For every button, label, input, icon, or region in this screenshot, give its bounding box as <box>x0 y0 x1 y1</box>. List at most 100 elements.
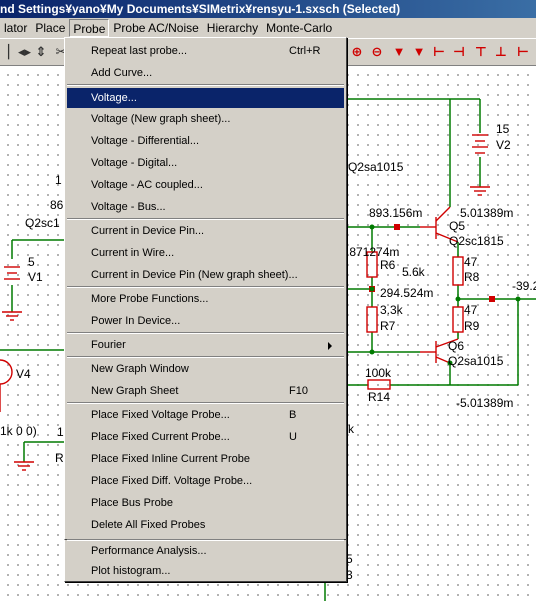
label-5-b: 5 <box>346 552 353 566</box>
npn-transistor-icon[interactable]: ⊢ <box>432 44 446 60</box>
menu-item-label: Repeat last probe... <box>91 45 188 57</box>
menu-item-power-in-device[interactable]: Power In Device... <box>67 311 344 331</box>
menu-item-shortcut: F10 <box>289 385 308 397</box>
menu-place[interactable]: Place <box>31 19 69 37</box>
menu-item-place-fixed-diff-voltage-probe[interactable]: Place Fixed Diff. Voltage Probe... <box>67 471 344 491</box>
menu-separator <box>67 218 344 220</box>
menu-item-label: Performance Analysis... <box>91 545 207 557</box>
menu-item-label: Voltage (New graph sheet)... <box>91 113 231 125</box>
menu-item-shortcut: B <box>289 409 297 421</box>
label-47-b: 47 <box>464 303 478 317</box>
menu-monte-carlo[interactable]: Monte-Carlo <box>262 19 336 37</box>
menu-item-label: Current in Device Pin (New graph sheet).… <box>91 269 298 281</box>
probe-dropdown-menu: Repeat last probe... Ctrl+R Add Curve...… <box>64 37 347 540</box>
menu-item-label: Current in Device Pin... <box>91 225 205 237</box>
menu-item-label: Voltage - Digital... <box>91 157 178 169</box>
label-100k: 100k <box>365 366 392 380</box>
menu-item-voltage-differential[interactable]: Voltage - Differential... <box>67 131 344 151</box>
menu-separator <box>67 402 344 404</box>
menu-item-current-in-wire[interactable]: Current in Wire... <box>67 243 344 263</box>
label-47-a: 47 <box>464 255 478 269</box>
label-3: 3 <box>346 568 353 582</box>
label-v4: V4 <box>16 367 31 381</box>
menu-hierarchy[interactable]: Hierarchy <box>203 19 262 37</box>
menu-item-label: Delete All Fixed Probes <box>91 519 206 531</box>
menu-item-voltage[interactable]: Voltage... <box>67 88 344 108</box>
label-q2sa1015-bottom: Q2sa1015 <box>448 354 504 368</box>
menu-item-voltage-bus[interactable]: Voltage - Bus... <box>67 197 344 217</box>
menu-item-label: Place Bus Probe <box>91 497 173 509</box>
label-voltage-294: 294.524m <box>380 286 434 300</box>
window-title-bar: nd Settings¥yano¥My Documents¥SIMetrix¥r… <box>0 0 536 18</box>
menu-item-plot-histogram[interactable]: Plot histogram... <box>67 561 344 581</box>
menu-item-repeat-last-probe[interactable]: Repeat last probe... Ctrl+R <box>67 41 344 61</box>
label-3-3k: 3.3k <box>380 303 403 317</box>
flip-horizontal-icon[interactable]: ▏◂▸ <box>8 44 31 60</box>
submenu-arrow-icon <box>328 342 332 350</box>
current-source-icon[interactable]: ⊕ <box>350 44 364 60</box>
menu-item-current-in-device-pin-new-sheet[interactable]: Current in Device Pin (New graph sheet).… <box>67 265 344 285</box>
menu-item-voltage-new-graph-sheet[interactable]: Voltage (New graph sheet)... <box>67 109 344 129</box>
menu-item-place-fixed-current-probe[interactable]: Place Fixed Current Probe... U <box>67 427 344 447</box>
menu-item-shortcut: Ctrl+R <box>289 45 321 57</box>
label-r: R <box>55 451 64 465</box>
pnp-transistor-icon[interactable]: ⊣ <box>452 44 466 60</box>
menu-bar: lator Place Probe Probe AC/Noise Hierarc… <box>0 18 536 38</box>
menu-separator <box>67 332 344 334</box>
window-title: nd Settings¥yano¥My Documents¥SIMetrix¥r… <box>0 2 401 16</box>
menu-item-label: Place Fixed Current Probe... <box>91 431 230 443</box>
menu-item-place-fixed-inline-current-probe[interactable]: Place Fixed Inline Current Probe <box>67 449 344 469</box>
menu-item-label: Place Fixed Inline Current Probe <box>91 453 250 465</box>
label-voltage-871: .871274m <box>346 245 400 259</box>
voltage-source-icon[interactable]: ⊖ <box>370 44 384 60</box>
menu-simulator[interactable]: lator <box>0 19 31 37</box>
menu-item-label: Current in Wire... <box>91 247 175 259</box>
label-q2sc1-left: Q2sc1 <box>25 216 60 230</box>
menu-item-label: Fourier <box>91 339 126 351</box>
label-86: 86 <box>50 198 64 212</box>
menu-item-label: Add Curve... <box>91 67 153 79</box>
menu-item-voltage-ac-coupled[interactable]: Voltage - AC coupled... <box>67 175 344 195</box>
menu-item-label: Voltage... <box>91 92 137 104</box>
nmos-icon[interactable]: ⊤ <box>474 44 488 60</box>
menu-item-add-curve[interactable]: Add Curve... <box>67 63 344 83</box>
menu-item-current-in-device-pin[interactable]: Current in Device Pin... <box>67 221 344 241</box>
label-r7: R7 <box>380 319 396 333</box>
probe-dropdown-menu-lower: Performance Analysis... Plot histogram..… <box>64 539 347 582</box>
menu-item-delete-all-fixed-probes[interactable]: Delete All Fixed Probes <box>67 515 344 535</box>
menu-item-label: Place Fixed Diff. Voltage Probe... <box>91 475 253 487</box>
menu-item-performance-analysis[interactable]: Performance Analysis... <box>67 541 344 561</box>
label-voltage-39: -39.2 <box>512 279 536 293</box>
label-voltage-893: 893.156m <box>369 206 423 220</box>
pmos-icon[interactable]: ⊥ <box>494 44 508 60</box>
label-voltage-5013-bottom: -5.01389m <box>456 396 514 410</box>
menu-item-place-fixed-voltage-probe[interactable]: Place Fixed Voltage Probe... B <box>67 405 344 425</box>
label-5-6k: 5.6k <box>402 265 425 279</box>
menu-item-label: Power In Device... <box>91 315 181 327</box>
label-1k00: 1k 0 0) <box>0 424 37 438</box>
label-q6: Q6 <box>448 339 465 353</box>
menu-item-label: Plot histogram... <box>91 565 171 577</box>
menu-item-place-bus-probe[interactable]: Place Bus Probe <box>67 493 344 513</box>
menu-item-voltage-digital[interactable]: Voltage - Digital... <box>67 153 344 173</box>
menu-probe-ac-noise[interactable]: Probe AC/Noise <box>109 19 202 37</box>
menu-probe[interactable]: Probe <box>69 19 110 37</box>
menu-item-new-graph-sheet[interactable]: New Graph Sheet F10 <box>67 381 344 401</box>
label-q5: Q5 <box>449 219 466 233</box>
label-v2-value: 15 <box>496 122 510 136</box>
menu-item-label: Place Fixed Voltage Probe... <box>91 409 230 421</box>
label-k: k <box>348 422 354 436</box>
menu-item-more-probe-functions[interactable]: More Probe Functions... <box>67 289 344 309</box>
zener-diode-icon[interactable]: ▼ <box>412 44 426 60</box>
jfet-icon[interactable]: ⊢ <box>516 44 530 60</box>
label-q2sa1015-top: Q2sa1015 <box>348 160 404 174</box>
label-r14: R14 <box>368 390 391 404</box>
menu-item-new-graph-window[interactable]: New Graph Window <box>67 359 344 379</box>
label-5: 5 <box>28 255 35 269</box>
menu-item-fourier[interactable]: Fourier <box>67 335 344 355</box>
menu-item-label: More Probe Functions... <box>91 293 209 305</box>
label-1-a: 1 <box>55 173 62 187</box>
label-1-b: 1 <box>57 425 64 439</box>
flip-vertical-icon[interactable]: ⇕ <box>34 44 48 60</box>
diode-icon[interactable]: ▼ <box>392 44 406 60</box>
